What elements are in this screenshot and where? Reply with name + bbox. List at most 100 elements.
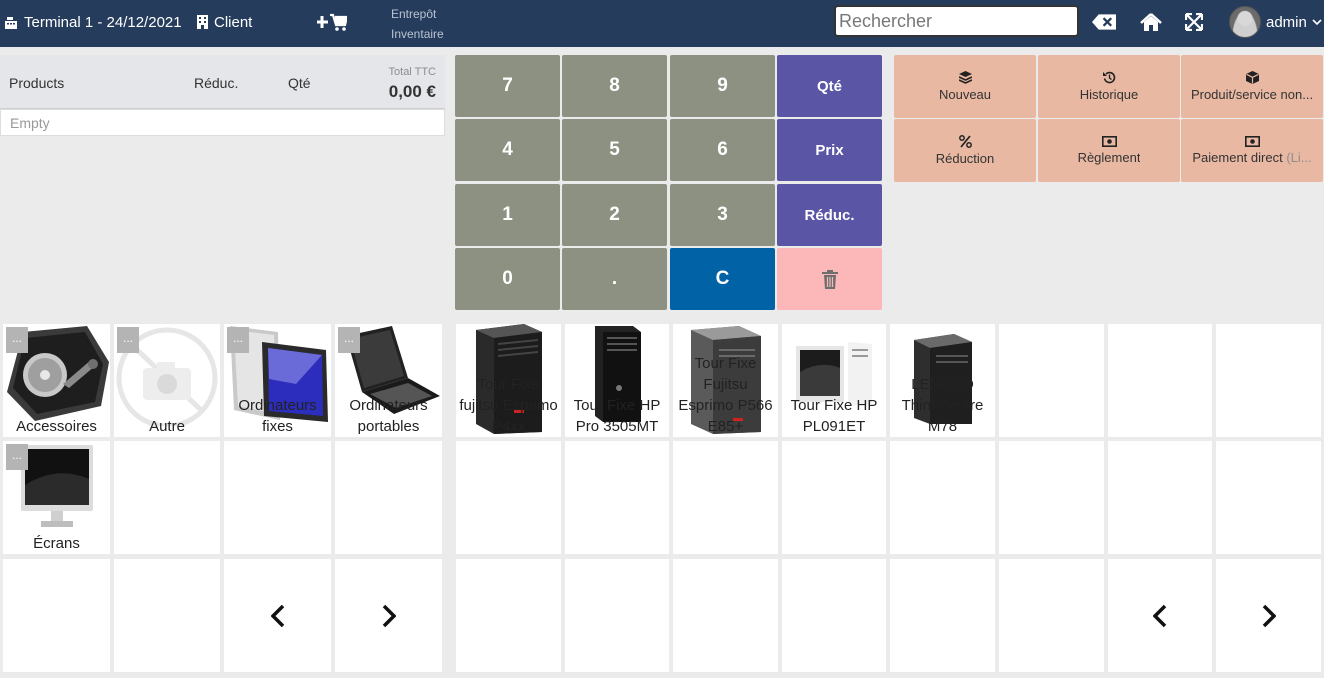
product-empty-slot <box>1216 441 1321 554</box>
nouveau-button[interactable]: Nouveau <box>894 55 1036 118</box>
category-ordinateurs-fixes[interactable]: ... Ordinateurs fixes <box>224 324 331 437</box>
key-reduc[interactable]: Réduc. <box>777 184 882 246</box>
historique-button[interactable]: Historique <box>1038 55 1180 118</box>
product-empty-slot <box>673 559 778 672</box>
product-empty-slot <box>782 441 886 554</box>
avatar <box>1229 6 1261 38</box>
new-cart-button[interactable] <box>317 0 347 44</box>
category-empty-slot <box>335 441 442 554</box>
chevron-right-icon <box>1262 604 1276 627</box>
reduction-label: Réduction <box>935 151 995 166</box>
clear-search-button[interactable] <box>1092 11 1116 33</box>
terminal-label: Terminal 1 - 24/12/2021 <box>24 13 182 31</box>
direct-payment-label: Paiement direct (Li... <box>1192 150 1312 165</box>
column-products: Products <box>9 75 65 91</box>
link-entrepot[interactable]: Entrepôt <box>391 4 444 24</box>
key-3[interactable]: 3 <box>670 184 775 246</box>
search-input[interactable] <box>834 5 1079 37</box>
product-tile[interactable]: Tour Fixe HP Pro 3505MT <box>565 324 669 437</box>
product-empty-slot <box>456 441 561 554</box>
product-empty-slot <box>999 441 1104 554</box>
free-product-label: Produit/service non... <box>1190 87 1314 102</box>
key-5[interactable]: 5 <box>562 119 667 181</box>
category-label: Accessoires <box>16 418 97 435</box>
product-tile[interactable]: Tour Fixe Fujitsu Esprimo P566 E85+ <box>673 324 778 437</box>
product-empty-slot <box>1216 324 1321 437</box>
category-label: Ordinateurs portables <box>349 397 428 435</box>
key-0[interactable]: 0 <box>455 248 560 310</box>
ticket-panel: Products Réduc. Qté Total TTC 0,00 € Emp… <box>0 55 445 136</box>
category-label: Ordinateurs fixes <box>238 397 317 435</box>
product-label: Tour Fixe HP Pro 3505MT <box>573 397 661 435</box>
product-empty-slot <box>782 559 886 672</box>
key-1[interactable]: 1 <box>455 184 560 246</box>
product-tile[interactable]: Tour Fixe fujitsu Esprimo P4xx <box>456 324 561 437</box>
category-more-button[interactable]: ... <box>6 444 28 470</box>
product-empty-slot <box>999 559 1104 672</box>
cash-register-icon <box>5 16 17 29</box>
ticket-header: Products Réduc. Qté Total TTC 0,00 € <box>0 55 445 109</box>
layers-icon <box>958 71 972 84</box>
free-product-button[interactable]: Produit/service non... <box>1181 55 1323 118</box>
home-icon <box>1140 12 1162 31</box>
key-9[interactable]: 9 <box>670 55 775 117</box>
product-next-page-button[interactable] <box>1216 559 1321 672</box>
key-clear[interactable]: C <box>670 248 775 310</box>
key-6[interactable]: 6 <box>670 119 775 181</box>
category-more-button[interactable]: ... <box>338 327 360 353</box>
category-ordinateurs-portables[interactable]: ... Ordinateurs portables <box>335 324 442 437</box>
product-empty-slot <box>565 559 669 672</box>
historique-label: Historique <box>1079 87 1139 102</box>
total-label: Total TTC <box>388 66 436 78</box>
category-more-button[interactable]: ... <box>6 327 28 353</box>
key-dot[interactable]: . <box>562 248 667 310</box>
reduction-button[interactable]: Réduction <box>894 119 1036 182</box>
monitor-image <box>21 445 93 527</box>
product-prev-page-button[interactable] <box>1108 559 1212 672</box>
reglement-button[interactable]: Règlement <box>1038 119 1180 182</box>
category-empty-slot <box>114 441 220 554</box>
key-7[interactable]: 7 <box>455 55 560 117</box>
terminal-selector[interactable]: Terminal 1 - 24/12/2021 <box>4 0 182 44</box>
fullscreen-button[interactable] <box>1182 11 1206 33</box>
backspace-icon <box>1092 14 1116 30</box>
category-next-page-button[interactable] <box>335 559 442 672</box>
user-name: admin <box>1266 13 1307 31</box>
product-empty-slot <box>1108 324 1212 437</box>
key-delete[interactable] <box>777 248 882 310</box>
product-empty-slot <box>565 441 669 554</box>
category-prev-page-button[interactable] <box>224 559 331 672</box>
category-ecrans[interactable]: ... Écrans <box>3 441 110 554</box>
money-bill-icon <box>1101 136 1117 147</box>
reglement-label: Règlement <box>1077 150 1141 165</box>
category-more-button[interactable]: ... <box>227 327 249 353</box>
category-label: Écrans <box>33 535 80 552</box>
box-icon <box>1245 71 1259 84</box>
top-bar: Terminal 1 - 24/12/2021 Client Entrepôt … <box>0 0 1324 47</box>
total-value: 0,00 € <box>388 82 436 101</box>
client-selector[interactable]: Client <box>197 0 252 44</box>
key-2[interactable]: 2 <box>562 184 667 246</box>
product-tile[interactable]: Tour Fixe HP PL091ET <box>782 324 886 437</box>
category-accessoires[interactable]: ... Accessoires <box>3 324 110 437</box>
chevron-left-icon <box>270 604 284 627</box>
column-qte: Qté <box>288 75 311 91</box>
chevron-left-icon <box>1153 604 1167 627</box>
category-more-button[interactable]: ... <box>117 327 139 353</box>
category-label: Autre <box>149 418 185 435</box>
key-prix[interactable]: Prix <box>777 119 882 181</box>
history-icon <box>1102 71 1115 84</box>
product-label: Tour Fixe fujitsu Esprimo P4xx <box>459 376 558 435</box>
trash-icon <box>821 269 838 289</box>
key-8[interactable]: 8 <box>562 55 667 117</box>
link-inventaire[interactable]: Inventaire <box>391 24 444 44</box>
home-button[interactable] <box>1139 11 1163 33</box>
user-menu[interactable]: admin <box>1229 6 1322 38</box>
category-autre[interactable]: ... Autre <box>114 324 220 437</box>
key-qte[interactable]: Qté <box>777 55 882 117</box>
key-4[interactable]: 4 <box>455 119 560 181</box>
chevron-down-icon <box>1312 18 1322 25</box>
product-tile[interactable]: LENOVO ThinkCentre M78 <box>890 324 995 437</box>
direct-payment-button[interactable]: Paiement direct (Li... <box>1181 119 1323 182</box>
category-empty-slot <box>224 441 331 554</box>
